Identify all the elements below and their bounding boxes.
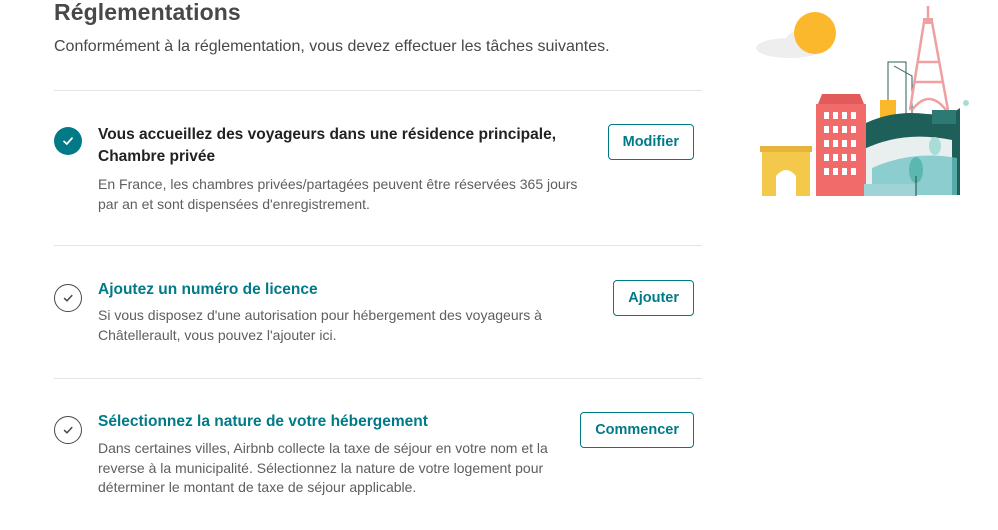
task-item-residence: Vous accueillez des voyageurs dans une r… (54, 124, 702, 224)
modify-button[interactable]: Modifier (607, 124, 694, 160)
task-title: Vous accueillez des voyageurs dans une r… (98, 126, 557, 165)
page-subtitle: Conformément à la réglementation, vous d… (54, 38, 610, 55)
check-circle-outline-icon (54, 416, 82, 444)
task-title[interactable]: Ajoutez un numéro de licence (98, 279, 318, 301)
task-title[interactable]: Sélectionnez la nature de votre hébergem… (98, 411, 428, 433)
page-title: Réglementations (54, 0, 241, 25)
divider (54, 378, 702, 379)
task-item-license: Ajoutez un numéro de licence Si vous dis… (54, 279, 702, 359)
task-item-accommodation-type: Sélectionnez la nature de votre hébergem… (54, 411, 702, 511)
check-circle-filled-icon (54, 127, 82, 155)
paris-city-illustration (756, 6, 969, 196)
task-description: Si vous disposez d'une autorisation pour… (98, 307, 542, 343)
task-description: En France, les chambres privées/partagée… (98, 176, 578, 212)
start-button[interactable]: Commencer (580, 412, 694, 448)
task-description: Dans certaines villes, Airbnb collecte l… (98, 440, 548, 495)
divider (54, 245, 702, 246)
divider (54, 90, 702, 91)
add-button[interactable]: Ajouter (613, 280, 694, 316)
check-circle-outline-icon (54, 284, 82, 312)
